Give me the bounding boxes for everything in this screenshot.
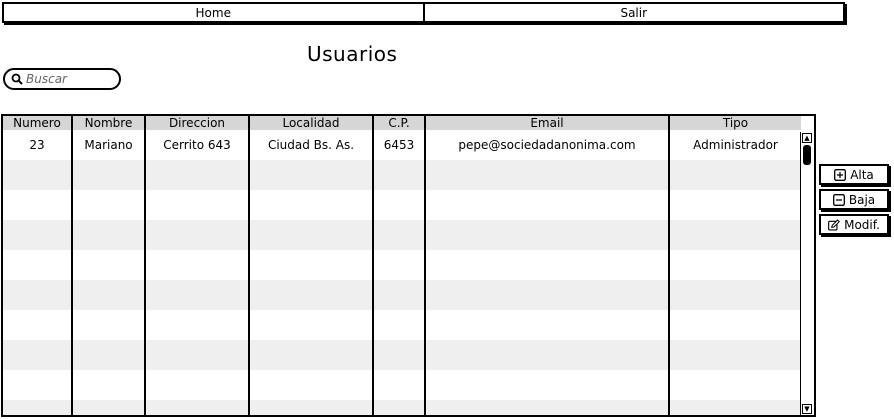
table-row-empty [3,340,801,370]
exit-button[interactable]: Salir [422,4,844,21]
column-header-email[interactable]: Email [424,116,669,130]
delete-user-label: Baja [848,192,876,207]
action-buttons: Alta Baja Modif. [819,164,889,235]
page-title: Usuarios [307,42,398,66]
search-icon [11,73,23,85]
column-header-direccion[interactable]: Direccion [144,116,249,130]
column-header-cp[interactable]: C.P. [372,116,425,130]
add-user-label: Alta [850,167,874,182]
minus-box-icon [832,193,845,206]
cell-direccion: Cerrito 643 [144,130,249,160]
table-row[interactable]: 23 Mariano Cerrito 643 Ciudad Bs. As. 64… [3,130,801,160]
table-row-empty [3,370,801,400]
table-row-empty [3,220,801,250]
cell-numero: 23 [29,138,45,152]
cell-email: pepe@sociedadanonima.com [424,130,669,160]
home-button[interactable]: Home [4,4,423,21]
table-row-empty [3,190,801,220]
users-table: Numero Nombre Direccion Localidad C.P. E… [1,114,816,417]
plus-box-icon [834,168,847,181]
search-input[interactable] [26,72,114,86]
column-header-tipo[interactable]: Tipo [668,116,801,130]
search-box [3,68,121,90]
edit-user-label: Modif. [844,217,880,232]
cell-tipo: Administrador [668,130,801,160]
table-row-empty [3,160,801,190]
scroll-down-arrow-icon[interactable]: ▼ [802,404,812,414]
cell-cp: 6453 [372,130,425,160]
column-header-nombre[interactable]: Nombre [71,116,145,130]
edit-user-button[interactable]: Modif. [819,214,889,235]
cell-localidad: Ciudad Bs. As. [248,130,373,160]
table-scrollbar[interactable]: ▲ ▼ [800,132,813,415]
cell-nombre: Mariano [71,130,145,160]
table-row-empty [3,310,801,340]
table-row-empty [3,250,801,280]
scroll-up-arrow-icon[interactable]: ▲ [802,133,812,143]
table-row-empty [3,280,801,310]
top-nav: Home Salir [2,2,845,23]
table-row-empty [3,400,801,415]
scroll-thumb[interactable] [803,145,811,165]
edit-icon [828,218,841,231]
delete-user-button[interactable]: Baja [819,189,889,210]
table-header-row: Numero Nombre Direccion Localidad C.P. E… [3,116,801,130]
column-header-localidad[interactable]: Localidad [248,116,373,130]
add-user-button[interactable]: Alta [819,164,889,185]
column-header-numero[interactable]: Numero [3,116,72,130]
